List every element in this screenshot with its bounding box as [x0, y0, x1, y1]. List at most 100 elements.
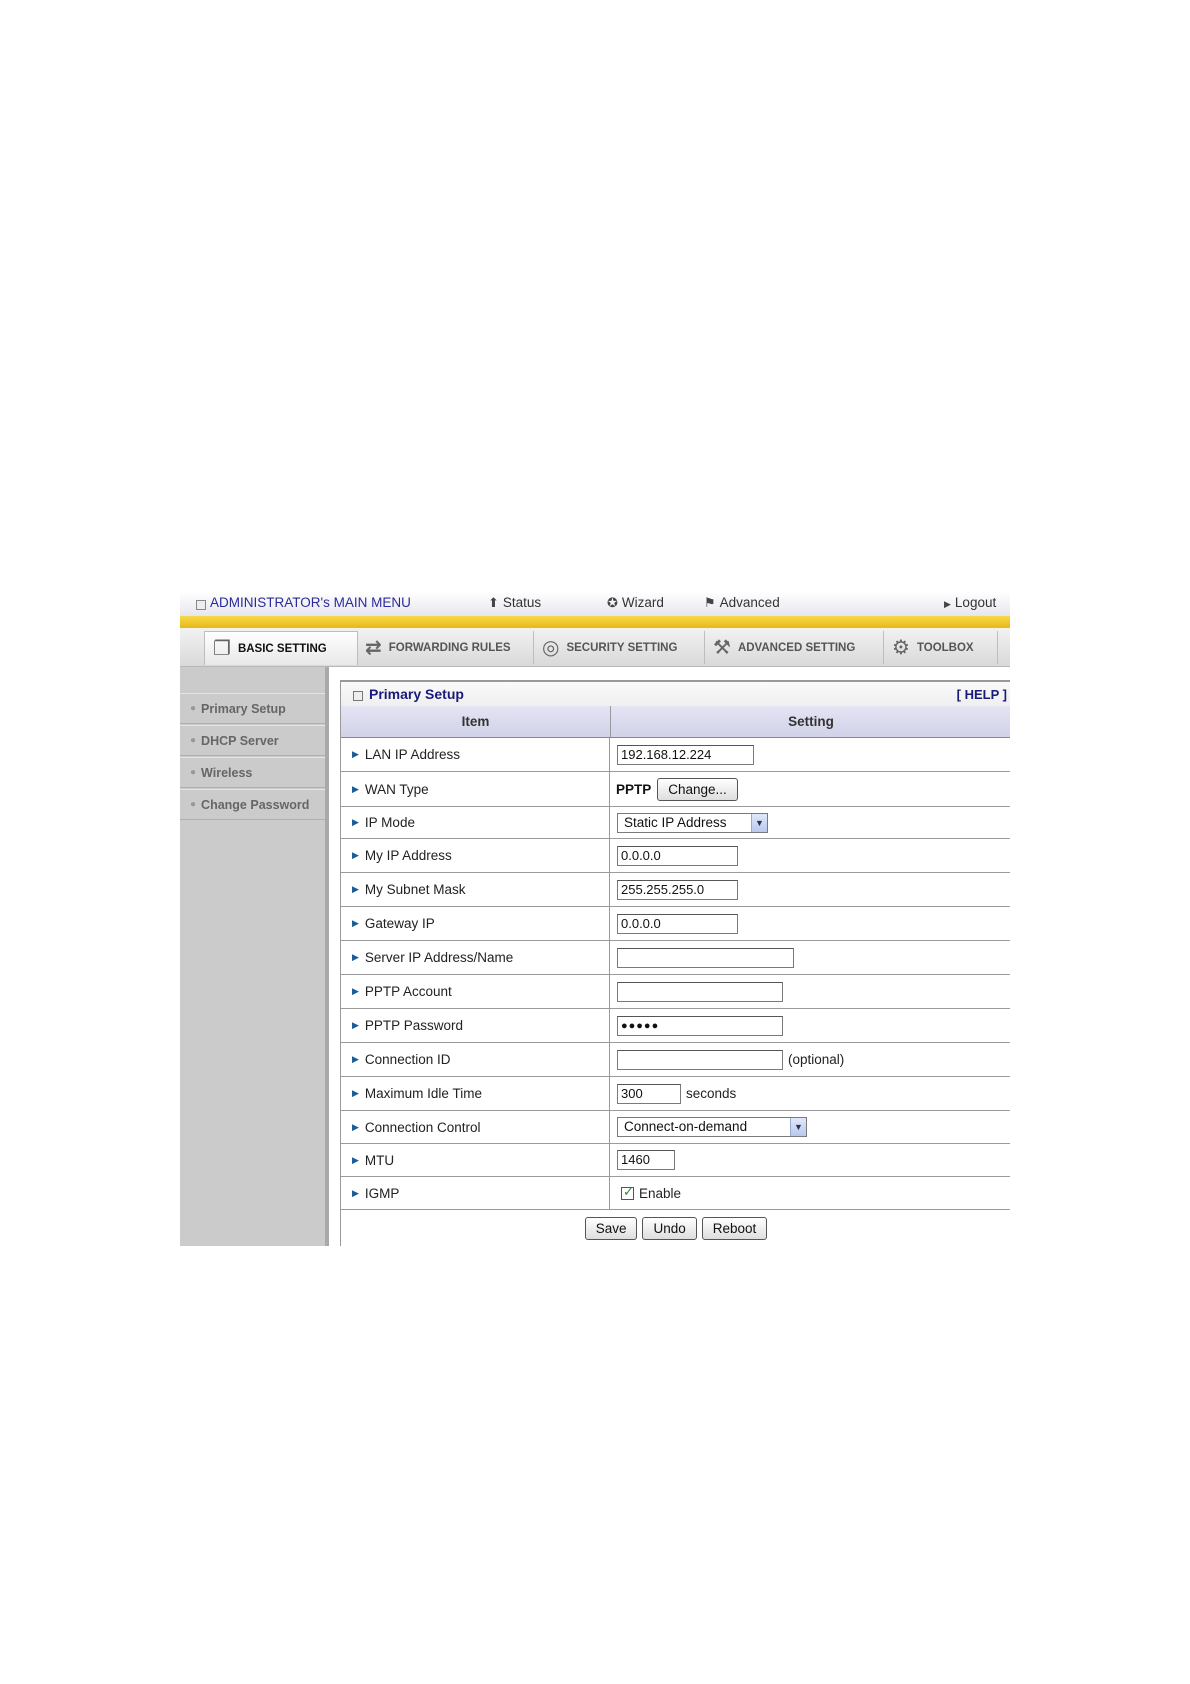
primary-setup-panel: Primary Setup [ HELP ] Item Setting ▶ LAN… [340, 680, 1010, 1246]
save-button[interactable]: Save [584, 1216, 638, 1240]
row-label: ▶ PPTP Account [341, 975, 610, 1008]
triangle-right-icon: ▶ [352, 986, 359, 996]
password-label: PPTP Password [364, 1018, 463, 1033]
wizard-label: Wizard [621, 595, 664, 610]
idle-time-label: Maximum Idle Time [364, 1086, 482, 1101]
row-setting [611, 941, 1010, 974]
tab-security-setting[interactable]: ◎ SECURITY SETTING [534, 631, 705, 664]
ip-mode-value: Static IP Address [624, 814, 727, 830]
tab-advanced-setting[interactable]: ⚒ ADVANCED SETTING [705, 631, 884, 664]
igmp-label: IGMP [364, 1185, 400, 1201]
sidebar-item-primary-setup[interactable]: ● Primary Setup [180, 693, 325, 724]
mtu-input[interactable]: 1460 [617, 1150, 675, 1170]
row-connection-control: ▶ Connection Control Connect-on-demand ▼ [341, 1111, 1010, 1144]
panel-header: Primary Setup [ HELP ] [341, 680, 1010, 708]
triangle-right-icon: ▶ [352, 783, 359, 794]
row-setting: Connect-on-demand ▼ [611, 1111, 1010, 1143]
chevron-down-icon[interactable]: ▼ [751, 813, 767, 832]
row-setting: 0.0.0.0 [611, 907, 1010, 940]
connection-id-input[interactable] [617, 1049, 783, 1070]
wan-type-label: WAN Type [364, 781, 429, 797]
sidebar-item-change-password[interactable]: ● Change Password [180, 789, 325, 820]
triangle-right-icon: ▶ [352, 1054, 359, 1064]
row-setting: (optional) [611, 1043, 1010, 1076]
advanced-icon: ⚑ [704, 595, 716, 610]
row-label: ▶ IP Mode [341, 807, 610, 838]
row-label: ▶ Maximum Idle Time [341, 1077, 610, 1110]
bullet-icon: ● [190, 703, 197, 714]
tools-icon: ⚒ [713, 637, 731, 659]
sidebar-item-wireless[interactable]: ● Wireless [180, 757, 325, 788]
triangle-right-icon: ▶ [352, 1088, 359, 1098]
bullet-icon: ● [190, 799, 197, 810]
triangle-right-icon: ▶ [352, 1020, 359, 1030]
change-wan-button[interactable]: Change... [657, 777, 738, 801]
undo-button[interactable]: Undo [642, 1216, 697, 1240]
status-icon: ⬆ [488, 595, 499, 610]
reboot-button[interactable]: Reboot [701, 1216, 768, 1240]
wizard-link[interactable]: ✪ Wizard [607, 595, 664, 611]
wan-type-value: PPTP [616, 781, 652, 797]
row-label: ▶ Gateway IP [341, 907, 610, 940]
row-igmp: ▶ IGMP ✓ Enable [341, 1177, 1010, 1210]
folder-icon: ❐ [213, 638, 231, 660]
bullet-icon: ● [190, 735, 197, 746]
row-gateway: ▶ Gateway IP 0.0.0.0 [341, 907, 1010, 941]
connection-control-select[interactable]: Connect-on-demand ▼ [617, 1117, 807, 1137]
lan-ip-label: LAN IP Address [364, 747, 460, 762]
bullet-icon: ● [190, 767, 197, 778]
row-label: ▶ My Subnet Mask [341, 873, 610, 906]
status-link[interactable]: ⬆ Status [488, 595, 541, 611]
igmp-checkbox[interactable]: ✓ [621, 1184, 634, 1200]
chevron-down-icon[interactable]: ▼ [790, 1118, 806, 1136]
igmp-enable-label: Enable [639, 1185, 682, 1201]
pptp-password-input[interactable]: ●●●●● [617, 1015, 783, 1036]
router-admin-window: ADMINISTRATOR's MAIN MENU ⬆ Status ✪ Wizar… [180, 592, 1010, 1246]
column-header-setting: Setting [611, 706, 1010, 738]
sidebar-divider [325, 667, 329, 1246]
row-mtu: ▶ MTU 1460 [341, 1144, 1010, 1177]
account-label: PPTP Account [364, 984, 452, 999]
sidebar: ● Primary Setup ● DHCP Server ● Wireless ● C… [180, 667, 325, 1246]
row-setting: 255.255.255.0 [611, 873, 1010, 906]
seconds-unit: seconds [686, 1086, 737, 1101]
row-setting: 1460 [611, 1144, 1010, 1176]
tab-label: ADVANCED SETTING [737, 641, 856, 654]
row-ip-mode: ▶ IP Mode Static IP Address ▼ [341, 807, 1010, 839]
mtu-label: MTU [364, 1152, 395, 1168]
tab-toolbox[interactable]: ⚙ TOOLBOX [884, 631, 998, 664]
tab-bar: ❐ BASIC SETTING ⇄ FORWARDING RULES ◎ SEC… [180, 628, 1010, 667]
row-label: ▶ MTU [341, 1144, 610, 1176]
subnet-mask-input[interactable]: 255.255.255.0 [617, 879, 738, 900]
ip-mode-select[interactable]: Static IP Address ▼ [617, 812, 768, 833]
triangle-right-icon: ▶ [352, 1154, 359, 1165]
menu-square-icon [196, 600, 206, 610]
row-connection-id: ▶ Connection ID (optional) [341, 1043, 1010, 1077]
help-link[interactable]: [ HELP ] [957, 687, 1007, 702]
tab-label: SECURITY SETTING [566, 641, 678, 654]
row-setting: 300 seconds [611, 1077, 1010, 1110]
gateway-ip-input[interactable]: 0.0.0.0 [617, 913, 738, 934]
panel-square-icon [353, 691, 363, 701]
idle-time-input[interactable]: 300 [617, 1083, 681, 1104]
row-wan-type: ▶ WAN Type PPTP Change... [341, 772, 1010, 807]
pptp-account-input[interactable] [617, 981, 783, 1002]
tab-forwarding-rules[interactable]: ⇄ FORWARDING RULES [357, 631, 534, 664]
triangle-right-icon: ▶ [944, 599, 951, 609]
server-address-input[interactable] [617, 947, 794, 968]
menu-accent-bar [180, 616, 1010, 628]
triangle-right-icon: ▶ [352, 817, 359, 827]
row-label: ▶ LAN IP Address [341, 738, 610, 771]
ip-mode-label: IP Mode [364, 815, 415, 830]
gateway-label: Gateway IP [364, 916, 435, 931]
optional-hint: (optional) [788, 1052, 845, 1067]
row-label: ▶ WAN Type [341, 772, 610, 806]
row-label: ▶ My IP Address [341, 839, 610, 872]
connection-control-label: Connection Control [364, 1119, 481, 1135]
tab-basic-setting[interactable]: ❐ BASIC SETTING [204, 631, 358, 665]
my-ip-input[interactable]: 0.0.0.0 [617, 845, 738, 866]
lan-ip-input[interactable]: 192.168.12.224 [617, 744, 754, 765]
sidebar-item-dhcp-server[interactable]: ● DHCP Server [180, 725, 325, 756]
logout-link[interactable]: ▶ Logout [944, 595, 996, 610]
advanced-link[interactable]: ⚑ Advanced [704, 595, 780, 611]
